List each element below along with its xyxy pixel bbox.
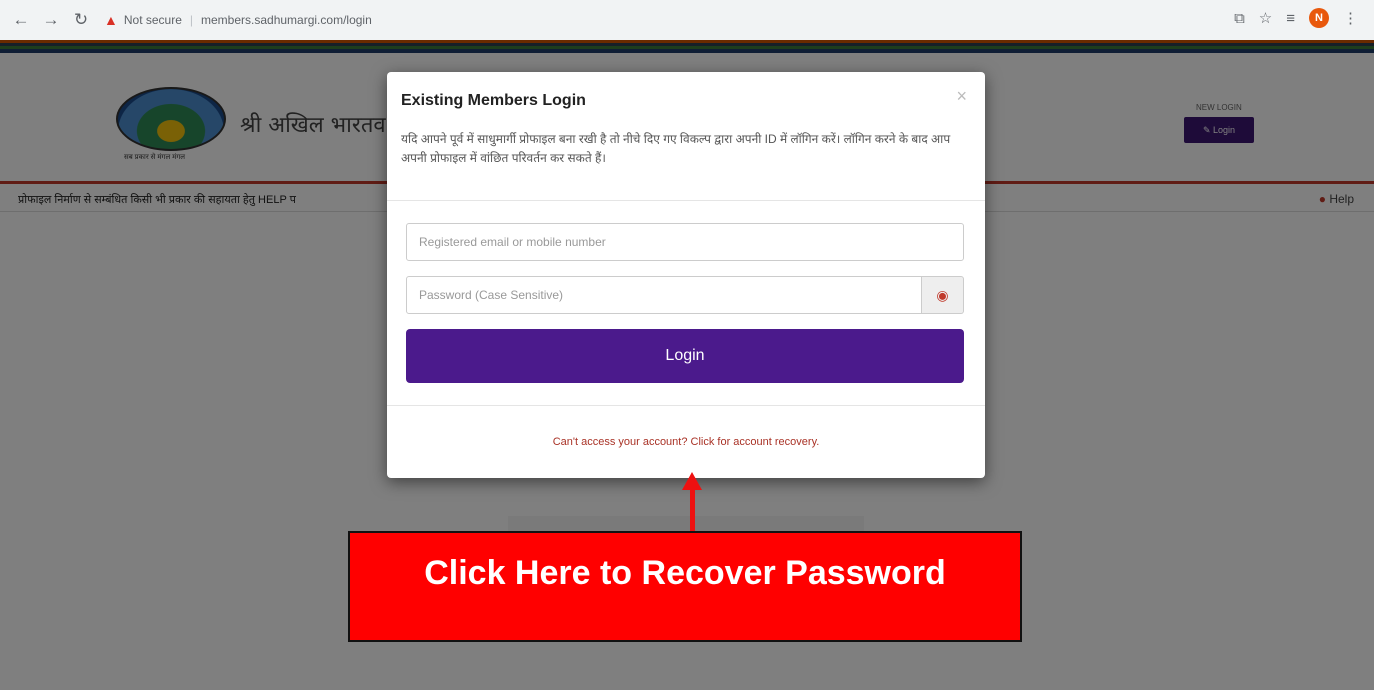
eye-icon[interactable]: ◉ xyxy=(922,276,964,314)
extension-icon[interactable]: ≡ xyxy=(1286,10,1295,27)
arrow-shaft xyxy=(690,488,695,532)
email-field[interactable] xyxy=(406,223,964,261)
warning-icon: ▲ xyxy=(104,12,118,28)
modal-description: यदि आपने पूर्व में साधुमार्गी प्रोफाइल ब… xyxy=(401,132,951,165)
address-bar[interactable]: ▲ Not secure | members.sadhumargi.com/lo… xyxy=(104,6,372,34)
modal-footer: Can't access your account? Click for acc… xyxy=(387,406,985,478)
modal-body: ◉ Login xyxy=(387,201,985,406)
login-button[interactable]: Login xyxy=(406,329,964,383)
annotation-callout: Click Here to Recover Password xyxy=(348,531,1022,642)
bookmark-star-icon[interactable]: ☆ xyxy=(1259,9,1272,27)
password-group: ◉ xyxy=(406,276,964,314)
security-warning[interactable]: Not secure xyxy=(124,13,182,27)
menu-dots-icon[interactable]: ⋮ xyxy=(1343,9,1358,27)
close-icon[interactable]: × xyxy=(956,86,967,107)
back-icon[interactable]: ← xyxy=(8,7,34,33)
profile-avatar[interactable]: N xyxy=(1309,8,1329,28)
forward-icon[interactable]: → xyxy=(38,7,64,33)
translate-icon[interactable]: ⧉ xyxy=(1234,10,1245,27)
password-field[interactable] xyxy=(406,276,922,314)
modal-title: Existing Members Login xyxy=(401,92,586,109)
login-modal: Existing Members Login × यदि आपने पूर्व … xyxy=(387,72,985,478)
modal-header: Existing Members Login × यदि आपने पूर्व … xyxy=(387,72,985,201)
browser-toolbar: ← → ↻ ▲ Not secure | members.sadhumargi.… xyxy=(0,0,1374,40)
callout-text: Click Here to Recover Password xyxy=(424,554,946,592)
reload-icon[interactable]: ↻ xyxy=(68,7,94,33)
url-text[interactable]: members.sadhumargi.com/login xyxy=(201,13,372,27)
account-recovery-link[interactable]: Can't access your account? Click for acc… xyxy=(553,436,820,448)
address-separator: | xyxy=(189,13,194,27)
